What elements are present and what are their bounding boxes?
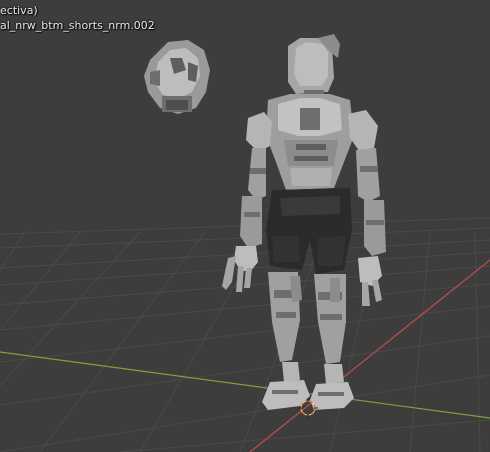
floating-head-model[interactable]: [144, 40, 210, 114]
view-mode-label: ectiva): [0, 4, 38, 17]
3d-viewport[interactable]: ectiva) al_nrw_btm_shorts_nrm.002: [0, 0, 490, 452]
active-object-label: al_nrw_btm_shorts_nrm.002: [0, 19, 155, 32]
viewport-grid: [0, 34, 490, 452]
